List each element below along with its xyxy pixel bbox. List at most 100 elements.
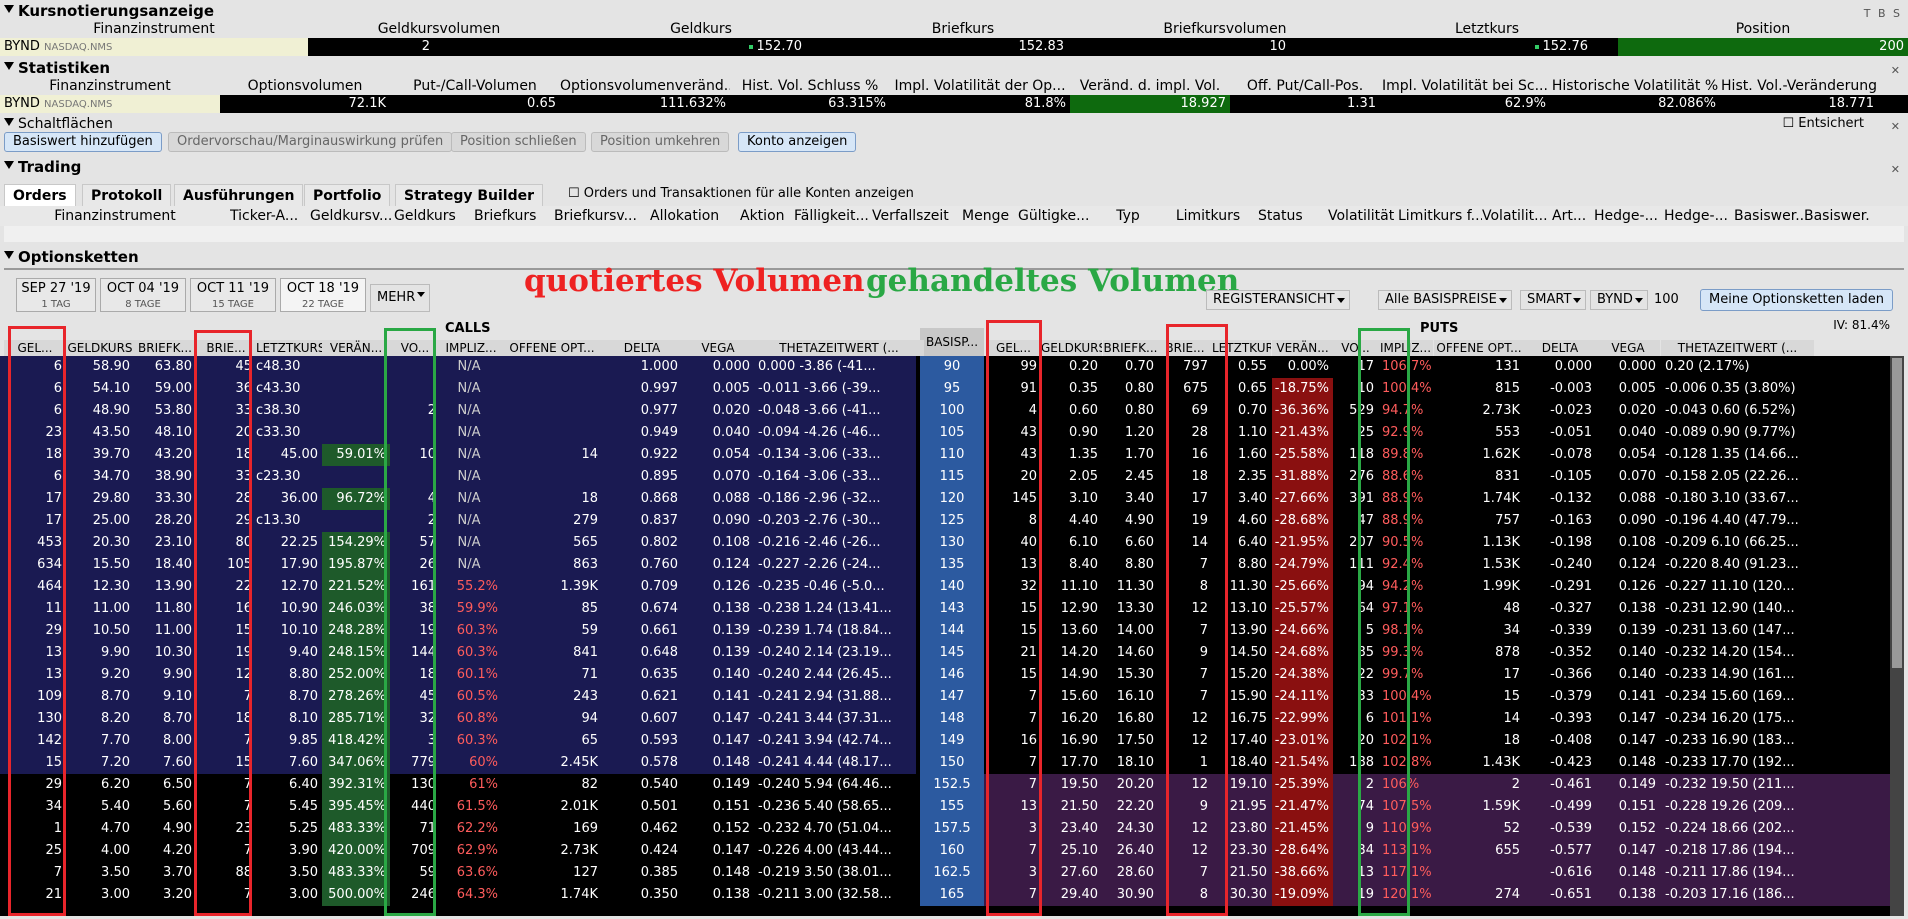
call-cell[interactable]: 85: [502, 598, 602, 620]
put-cell[interactable]: 4.90: [1103, 510, 1158, 532]
call-cell[interactable]: 11.80: [134, 598, 196, 620]
call-cell[interactable]: 3.50: [256, 862, 322, 884]
call-cell[interactable]: 63.6%: [440, 862, 502, 884]
call-cell[interactable]: 221.52%: [322, 576, 390, 598]
strike-cell[interactable]: 125: [920, 510, 984, 532]
order-preview-button[interactable]: Ordervorschau/Marginauswirkung prüfen: [168, 132, 453, 152]
col-header[interactable]: Impl. Volatilität der Op...: [890, 77, 1070, 95]
put-cell[interactable]: 11.30: [1103, 576, 1158, 598]
put-cell[interactable]: 15: [1434, 686, 1524, 708]
call-cell[interactable]: 64.3%: [440, 884, 502, 906]
put-cell[interactable]: 52: [1434, 818, 1524, 840]
call-cell[interactable]: 0.674: [602, 598, 682, 620]
expiry-tab[interactable]: OCT 11 '19 15 TAGE: [190, 278, 276, 312]
call-cell[interactable]: -0.240 2.14 (23.19...: [754, 642, 924, 664]
chain-col-header[interactable]: BRIEFK...: [134, 340, 196, 356]
put-cell[interactable]: -0.089 0.90 (9.77%): [1661, 422, 1861, 444]
put-cell[interactable]: 0.005: [1596, 378, 1660, 400]
put-cell[interactable]: 48: [1434, 598, 1524, 620]
call-cell[interactable]: -0.239 1.74 (18.84...: [754, 620, 924, 642]
put-cell[interactable]: -0.227 11.10 (120...: [1661, 576, 1861, 598]
put-cell[interactable]: 0.108: [1596, 532, 1660, 554]
put-cell[interactable]: 16.90: [1041, 730, 1102, 752]
put-cell[interactable]: 0.147: [1596, 730, 1660, 752]
put-cell[interactable]: 1.20: [1103, 422, 1158, 444]
put-cell[interactable]: 16.20: [1041, 708, 1102, 730]
call-cell[interactable]: 395.45%: [322, 796, 390, 818]
table-row[interactable]: 1 4.70 4.90 23 5.25 483.33% 71 62.2% 169 0.462 0.1…: [0, 818, 1890, 840]
put-cell[interactable]: -0.211 17.86 (194...: [1661, 862, 1861, 884]
chain-col-header[interactable]: GELDKURS: [1041, 340, 1102, 356]
put-cell[interactable]: -24.68%: [1272, 642, 1333, 664]
put-cell[interactable]: 30.90: [1103, 884, 1158, 906]
call-cell[interactable]: 3.00: [66, 884, 134, 906]
call-cell[interactable]: 0.088: [682, 488, 754, 510]
call-cell[interactable]: 9.10: [134, 686, 196, 708]
tab-portfolio[interactable]: Portfolio: [304, 184, 391, 206]
call-cell[interactable]: 0.138: [682, 598, 754, 620]
put-cell[interactable]: -0.023: [1524, 400, 1596, 422]
call-cell[interactable]: 3.00: [256, 884, 322, 906]
call-cell[interactable]: 392.31%: [322, 774, 390, 796]
call-cell[interactable]: c48.30: [256, 356, 322, 378]
put-cell[interactable]: 19.50: [1041, 774, 1102, 796]
col-header[interactable]: Letztkurs: [1356, 20, 1618, 38]
call-cell[interactable]: 39.70: [66, 444, 134, 466]
scrollbar[interactable]: [1890, 356, 1904, 916]
put-cell[interactable]: -21.45%: [1272, 818, 1333, 840]
call-cell[interactable]: -0.211 3.00 (32.58...: [754, 884, 924, 906]
col-header[interactable]: Optionsvolumen: [220, 77, 390, 95]
call-cell[interactable]: 7.60: [134, 752, 196, 774]
col-header[interactable]: Finanzinstrument: [0, 77, 220, 95]
call-cell[interactable]: 28.20: [134, 510, 196, 532]
call-cell[interactable]: 20.30: [66, 532, 134, 554]
put-cell[interactable]: 16.10: [1103, 686, 1158, 708]
quote-data-row[interactable]: BYND NASDAQ.NMS 2 152.70 152.83 10 152.7…: [0, 38, 1908, 56]
col-header[interactable]: Position: [1618, 20, 1908, 38]
chain-col-header[interactable]: GELDKURS: [66, 340, 134, 356]
collapse-icon[interactable]: [4, 161, 14, 169]
call-cell[interactable]: 169: [502, 818, 602, 840]
call-cell[interactable]: 54.10: [66, 378, 134, 400]
chain-col-header[interactable]: BRIEFK...: [1103, 340, 1158, 356]
symbol-cell[interactable]: BYND NASDAQ.NMS: [0, 95, 220, 113]
call-cell[interactable]: [322, 356, 390, 378]
call-cell[interactable]: 195.87%: [322, 554, 390, 576]
call-cell[interactable]: -0.241 2.94 (31.88...: [754, 686, 924, 708]
put-cell[interactable]: -25.66%: [1272, 576, 1333, 598]
put-cell[interactable]: 2.45: [1103, 466, 1158, 488]
put-cell[interactable]: 0.148: [1596, 862, 1660, 884]
call-cell[interactable]: -0.238 1.24 (13.41...: [754, 598, 924, 620]
put-cell[interactable]: 6.10: [1041, 532, 1102, 554]
put-cell[interactable]: 0.20: [1041, 356, 1102, 378]
call-cell[interactable]: 7.70: [66, 730, 134, 752]
call-cell[interactable]: 55.2%: [440, 576, 502, 598]
call-cell[interactable]: 0.802: [602, 532, 682, 554]
call-cell[interactable]: 60.3%: [440, 620, 502, 642]
call-cell[interactable]: 1.39K: [502, 576, 602, 598]
call-cell[interactable]: 60.3%: [440, 730, 502, 752]
col-header[interactable]: Geldkursv...: [310, 206, 394, 226]
put-cell[interactable]: -24.11%: [1272, 686, 1333, 708]
call-cell[interactable]: 9.90: [66, 642, 134, 664]
put-cell[interactable]: -21.43%: [1272, 422, 1333, 444]
put-cell[interactable]: 831: [1434, 466, 1524, 488]
strike-cell[interactable]: 140: [920, 576, 984, 598]
close-icon[interactable]: ✕: [1891, 116, 1902, 138]
add-underlying-button[interactable]: Basiswert hinzufügen: [4, 132, 162, 152]
call-cell[interactable]: [322, 422, 390, 444]
call-cell[interactable]: 0.000: [682, 356, 754, 378]
strike-cell[interactable]: 148: [920, 708, 984, 730]
view-dropdown[interactable]: REGISTERANSICHT: [1206, 290, 1350, 310]
put-cell[interactable]: -21.95%: [1272, 532, 1333, 554]
call-cell[interactable]: N/A: [440, 510, 502, 532]
put-cell[interactable]: 23.40: [1041, 818, 1102, 840]
put-cell[interactable]: 26.40: [1103, 840, 1158, 862]
put-cell[interactable]: 17: [1434, 664, 1524, 686]
put-cell[interactable]: 553: [1434, 422, 1524, 444]
chain-col-header[interactable]: IMPLIZ...: [440, 340, 502, 356]
call-cell[interactable]: 3.20: [134, 884, 196, 906]
call-cell[interactable]: 96.72%: [322, 488, 390, 510]
col-header[interactable]: Hist. Vol. Schluss %: [730, 77, 890, 95]
put-cell[interactable]: 0.000: [1596, 356, 1660, 378]
